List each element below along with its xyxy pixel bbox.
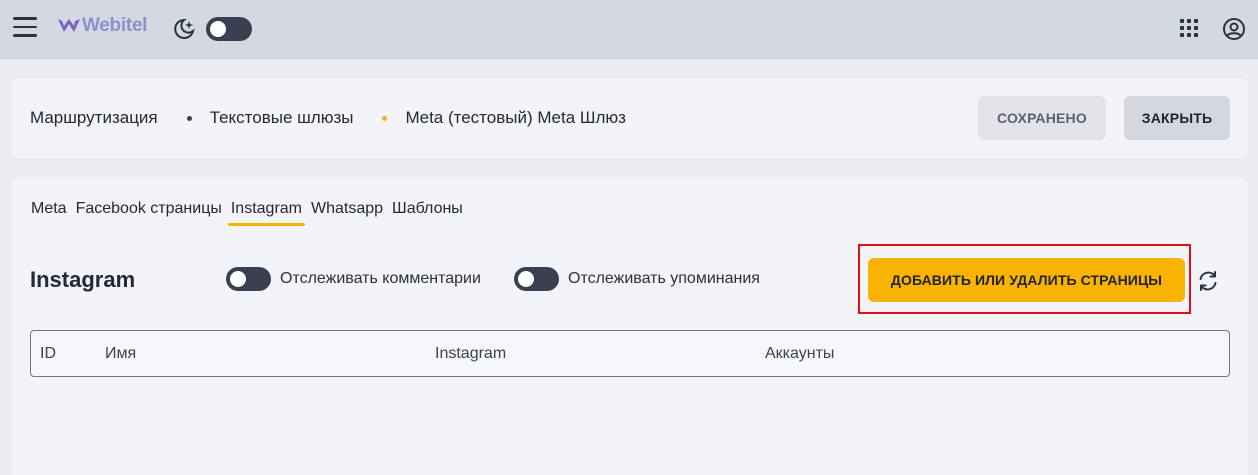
breadcrumb-item-current: Meta (тестовый) Meta Шлюз: [405, 108, 626, 127]
account-icon[interactable]: [1222, 17, 1246, 41]
column-header-name[interactable]: Имя: [105, 345, 136, 363]
breadcrumb-separator: [186, 115, 192, 121]
tabs: Meta Facebook страницы Instagram Whatsap…: [31, 200, 472, 226]
track-mentions-label: Отслеживать упоминания: [568, 270, 760, 287]
header-card: Маршрутизация Текстовые шлюзы Meta (тест…: [12, 78, 1248, 158]
breadcrumb-item-text-gateways[interactable]: Текстовые шлюзы: [210, 108, 354, 128]
saved-button[interactable]: СОХРАНЕНО: [978, 96, 1106, 140]
theme-toggle[interactable]: [206, 17, 252, 41]
refresh-icon[interactable]: [1196, 269, 1220, 293]
main-card: Meta Facebook страницы Instagram Whatsap…: [12, 177, 1248, 475]
track-mentions-toggle[interactable]: [514, 267, 559, 291]
menu-icon[interactable]: [13, 17, 37, 37]
column-header-id[interactable]: ID: [40, 345, 56, 363]
track-mentions-switch: Отслеживать упоминания: [514, 267, 760, 291]
top-bar: Webitel: [0, 0, 1258, 59]
track-comments-switch: Отслеживать комментарии: [226, 267, 481, 291]
webitel-logo-icon: [58, 19, 80, 32]
pages-table: ID Имя Instagram Аккаунты: [30, 330, 1230, 377]
tab-templates[interactable]: Шаблоны: [392, 200, 463, 226]
apps-grid-icon[interactable]: [1180, 19, 1198, 37]
breadcrumb-item-routing[interactable]: Маршрутизация: [30, 108, 158, 128]
tab-facebook-pages[interactable]: Facebook страницы: [76, 200, 222, 226]
logo-text: Webitel: [82, 15, 148, 36]
tab-instagram[interactable]: Instagram: [227, 200, 306, 226]
column-header-instagram[interactable]: Instagram: [435, 345, 506, 363]
breadcrumb-separator: [382, 115, 388, 121]
close-button[interactable]: ЗАКРЫТЬ: [1124, 96, 1230, 140]
tab-whatsapp[interactable]: Whatsapp: [311, 200, 383, 226]
track-comments-toggle[interactable]: [226, 267, 271, 291]
dark-mode-icon: [174, 18, 195, 39]
add-remove-pages-button[interactable]: ДОБАВИТЬ ИЛИ УДАЛИТЬ СТРАНИЦЫ: [868, 258, 1185, 302]
tab-meta[interactable]: Meta: [31, 200, 67, 226]
breadcrumb: Маршрутизация Текстовые шлюзы Meta (тест…: [30, 108, 626, 128]
section-title: Instagram: [30, 267, 136, 292]
column-header-accounts[interactable]: Аккаунты: [765, 345, 834, 363]
toggle-knob: [230, 271, 246, 287]
toggle-knob: [518, 271, 534, 287]
webitel-logo[interactable]: Webitel: [57, 14, 147, 38]
toggle-knob: [210, 21, 226, 37]
track-comments-label: Отслеживать комментарии: [280, 270, 481, 287]
